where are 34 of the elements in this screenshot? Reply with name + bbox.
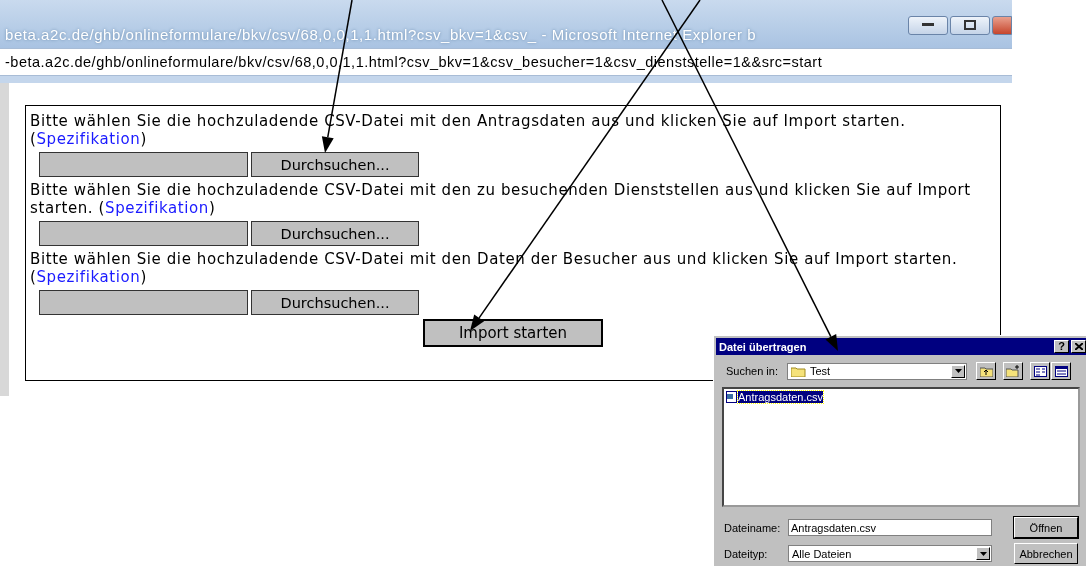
close-icon	[1074, 343, 1083, 350]
maximize-button[interactable]	[950, 15, 990, 35]
up-folder-icon[interactable]	[976, 362, 996, 380]
details-view-icon[interactable]	[1051, 362, 1071, 380]
browse-button[interactable]: Durchsuchen...	[251, 290, 419, 315]
caret-icon	[979, 551, 987, 556]
new-folder-icon[interactable]	[1003, 362, 1023, 380]
look-in-label: Suchen in:	[726, 365, 779, 377]
specification-link[interactable]: Spezifikation	[105, 199, 209, 217]
filetype-dropdown[interactable]: Alle Dateien	[788, 545, 992, 562]
browse-button[interactable]: Durchsuchen...	[251, 221, 419, 246]
open-button[interactable]: Öffnen	[1014, 517, 1078, 538]
cancel-button[interactable]: Abbrechen	[1014, 543, 1078, 564]
specification-link[interactable]: Spezifikation	[36, 268, 141, 286]
file-item[interactable]: Antragsdaten.csv	[738, 391, 823, 403]
folder-icon	[791, 365, 806, 377]
file-field[interactable]	[39, 221, 248, 246]
help-button[interactable]: ?	[1054, 340, 1069, 353]
list-view-icon[interactable]	[1030, 362, 1050, 380]
browse-button[interactable]: Durchsuchen...	[251, 152, 419, 177]
file-field[interactable]	[39, 152, 248, 177]
import-button[interactable]: Import starten	[423, 319, 603, 347]
maximize-icon	[964, 20, 976, 30]
caret-icon	[954, 369, 962, 373]
csv-file-icon	[726, 391, 737, 403]
filetype-label: Dateityp:	[724, 547, 769, 560]
filename-field[interactable]: Antragsdaten.csv	[788, 519, 992, 536]
minimize-icon	[922, 23, 934, 27]
look-in-dropdown[interactable]: Test	[787, 362, 967, 380]
file-field[interactable]	[39, 290, 248, 315]
specification-link[interactable]: Spezifikation	[36, 130, 141, 148]
dialog-title: Datei übertragen	[719, 340, 808, 353]
filename-label: Dateiname:	[724, 521, 782, 534]
minimize-button[interactable]	[908, 15, 948, 35]
